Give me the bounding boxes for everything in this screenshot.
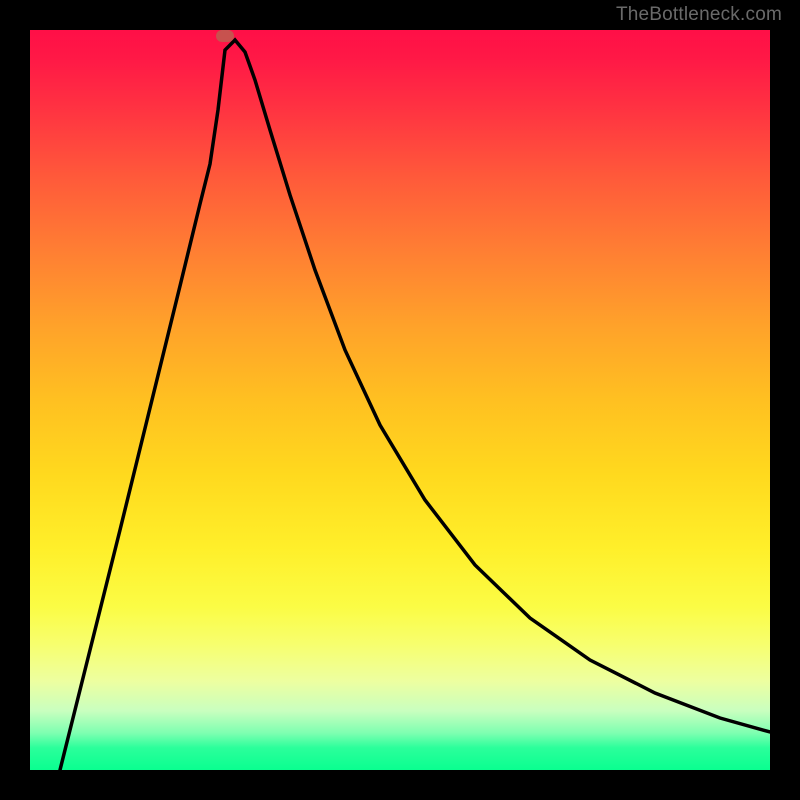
plot-area bbox=[30, 30, 770, 770]
attribution-text: TheBottleneck.com bbox=[616, 4, 782, 26]
chart-container: TheBottleneck.com bbox=[0, 0, 800, 800]
minimum-marker bbox=[216, 30, 234, 42]
curve-layer bbox=[30, 30, 770, 770]
bottleneck-curve bbox=[60, 40, 770, 770]
